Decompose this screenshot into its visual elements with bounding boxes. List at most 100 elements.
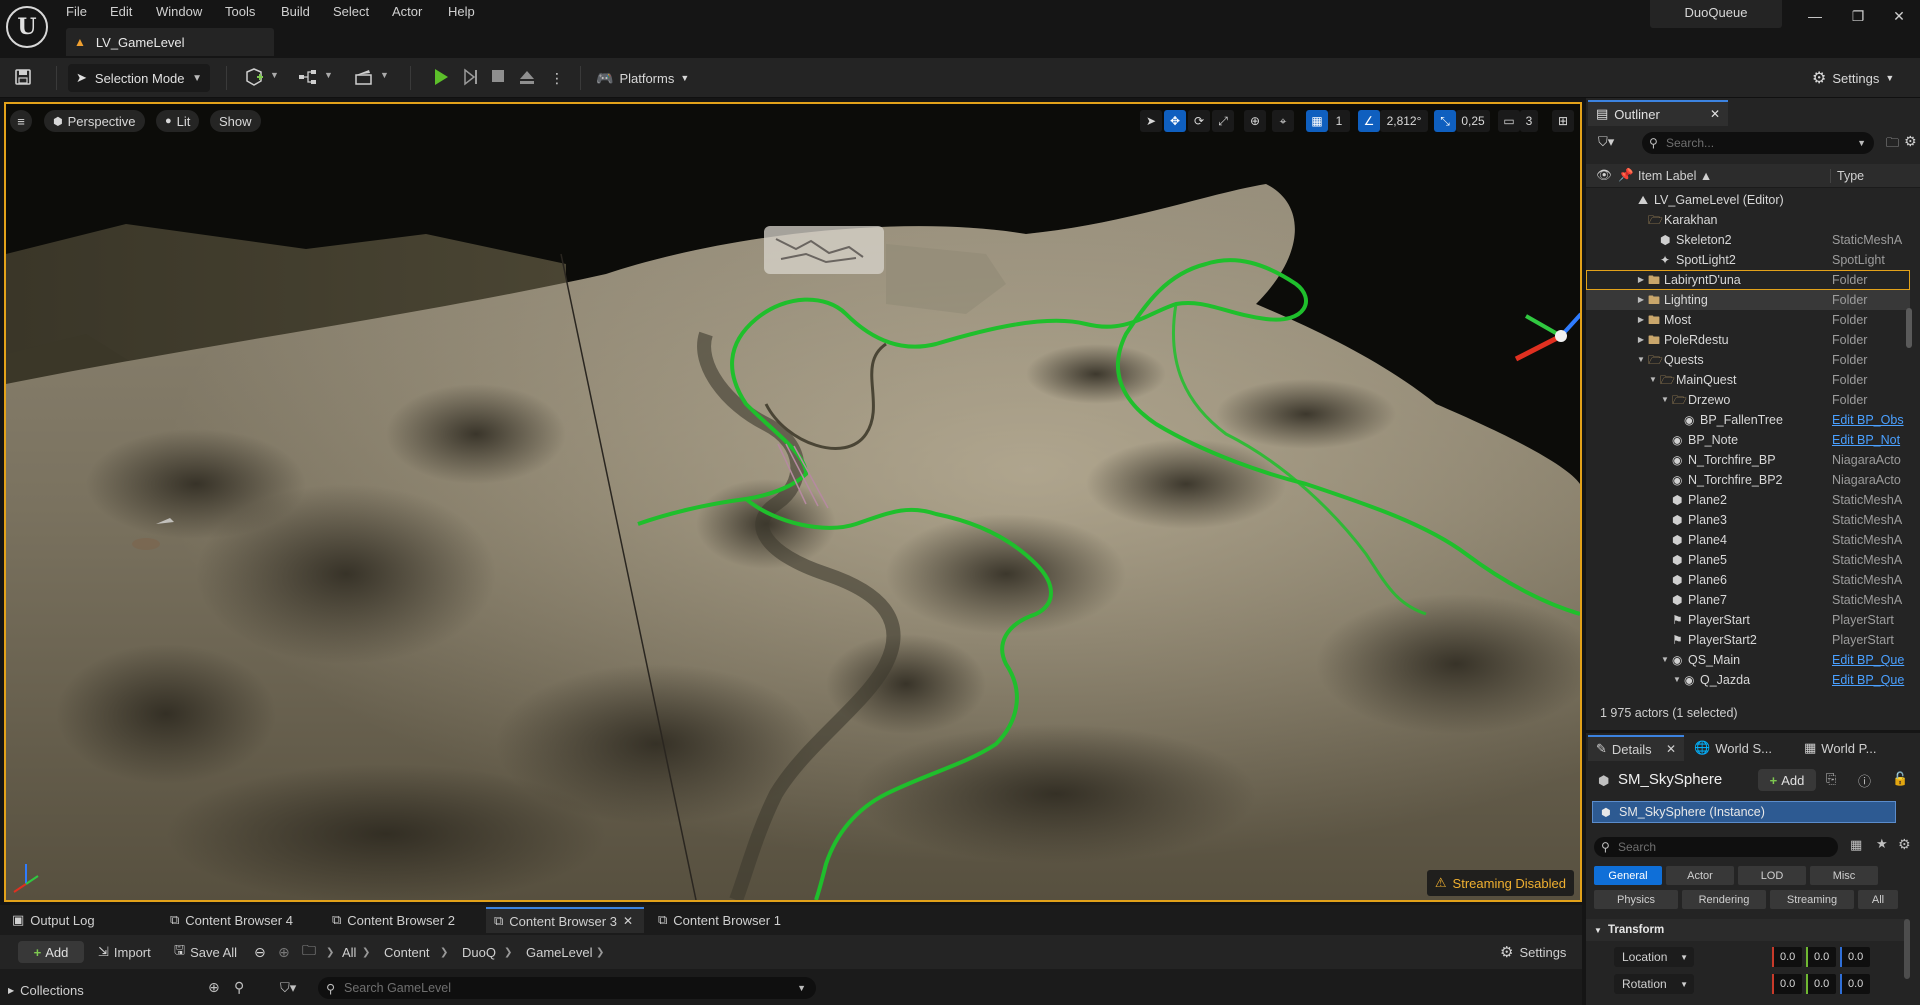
scale-snap-icon[interactable]: ⤡ bbox=[1434, 110, 1456, 132]
scale-snap-value[interactable]: 0,25 bbox=[1456, 110, 1490, 132]
collections-header[interactable]: ▶ Collections bbox=[8, 979, 208, 1001]
scale-tool-icon[interactable]: ⤢ bbox=[1212, 110, 1234, 132]
collapse-arrow-icon[interactable]: ▼ bbox=[1660, 650, 1670, 670]
grid-snap-icon[interactable]: ▦ bbox=[1306, 110, 1328, 132]
outliner-scrollbar[interactable] bbox=[1906, 308, 1912, 348]
expand-arrow-icon[interactable]: ▶ bbox=[1636, 310, 1646, 330]
save-icon[interactable] bbox=[14, 68, 36, 88]
close-icon[interactable]: ✕ bbox=[623, 914, 633, 928]
menu-edit[interactable]: Edit bbox=[110, 2, 132, 22]
collapse-arrow-icon[interactable]: ▼ bbox=[1648, 370, 1658, 390]
blueprint-convert-icon[interactable]: ⎘ bbox=[1826, 771, 1836, 787]
level-viewport[interactable]: ≡ ⬢ Perspective ● Lit Show ➤ ✥ ⟳ ⤢ ⊕ ⌖ ▦… bbox=[4, 102, 1582, 902]
outliner-row[interactable]: ▶ 🖿 Most Folder bbox=[1586, 310, 1910, 330]
forward-icon[interactable]: ⊕ bbox=[278, 941, 290, 963]
edit-blueprint-link[interactable]: Edit BP_Obs bbox=[1832, 410, 1910, 430]
close-icon[interactable]: ✕ bbox=[1666, 742, 1676, 756]
table-view-icon[interactable]: ▦ bbox=[1850, 837, 1862, 853]
outliner-row[interactable]: ▶ 🖿 Lighting Folder bbox=[1586, 290, 1910, 310]
location-x-field[interactable]: 0.0 bbox=[1772, 947, 1802, 967]
translate-tool-icon[interactable]: ✥ bbox=[1164, 110, 1186, 132]
add-collection-icon[interactable]: ⊕ bbox=[208, 979, 220, 996]
rotation-z-field[interactable]: 0.0 bbox=[1840, 974, 1870, 994]
add-actor-icon[interactable] bbox=[244, 68, 266, 88]
tab-content-browser-1[interactable]: ⧉ Content Browser 1 bbox=[650, 907, 800, 933]
outliner-row[interactable]: ▶ 🖿 PoleRdestu Folder bbox=[1586, 330, 1910, 350]
rotation-dropdown[interactable]: Rotation ▼ bbox=[1614, 974, 1694, 994]
tab-details[interactable]: ✎ Details ✕ bbox=[1588, 735, 1684, 761]
outliner-row[interactable]: ◉ BP_FallenTree Edit BP_Obs bbox=[1586, 410, 1910, 430]
category-rendering[interactable]: Rendering bbox=[1682, 890, 1766, 909]
location-z-field[interactable]: 0.0 bbox=[1840, 947, 1870, 967]
favorites-star-icon[interactable]: ★ bbox=[1876, 836, 1888, 852]
tab-content-browser-3[interactable]: ⧉ Content Browser 3 ✕ bbox=[486, 907, 644, 933]
outliner-search-input[interactable]: ⚲ Search... ▼ bbox=[1642, 132, 1874, 154]
lit-button[interactable]: ● Lit bbox=[156, 110, 200, 132]
pin-icon[interactable]: 📌 bbox=[1618, 168, 1634, 183]
save-all-button[interactable]: 🖫 Save All bbox=[174, 941, 237, 963]
breadcrumb-duoq[interactable]: DuoQ bbox=[462, 941, 496, 963]
outliner-row[interactable]: ▼ 🗁 MainQuest Folder bbox=[1586, 370, 1910, 390]
help-icon[interactable]: ⓘ bbox=[1858, 771, 1871, 790]
outliner-row[interactable]: ✦ SpotLight2 SpotLight bbox=[1586, 250, 1910, 270]
cb-settings-button[interactable]: ⚙ Settings bbox=[1500, 941, 1566, 963]
cinematics-chevron-icon[interactable]: ▼ bbox=[380, 70, 389, 80]
select-tool-icon[interactable]: ➤ bbox=[1140, 110, 1162, 132]
play-options-icon[interactable]: ⋮ bbox=[546, 68, 568, 88]
location-dropdown[interactable]: Location ▼ bbox=[1614, 947, 1694, 967]
outliner-row[interactable]: ⬢ Skeleton2 StaticMeshA bbox=[1586, 230, 1910, 250]
menu-file[interactable]: File bbox=[66, 2, 87, 22]
expand-arrow-icon[interactable]: ▶ bbox=[1636, 330, 1646, 350]
maximize-viewport-icon[interactable]: ⊞ bbox=[1552, 110, 1574, 132]
blueprint-icon[interactable] bbox=[298, 68, 320, 88]
outliner-row[interactable]: ◉ N_Torchfire_BP2 NiagaraActo bbox=[1586, 470, 1910, 490]
transform-section-header[interactable]: ▼ Transform bbox=[1586, 919, 1906, 941]
outliner-row[interactable]: ▼ ◉ Q_Jazda Edit BP_Que bbox=[1586, 670, 1910, 690]
tab-world-settings[interactable]: 🌐 World S... bbox=[1686, 735, 1786, 761]
category-general[interactable]: General bbox=[1594, 866, 1662, 885]
outliner-row[interactable]: ⚑ PlayerStart2 PlayerStart bbox=[1586, 630, 1910, 650]
camera-speed-icon[interactable]: ▭ bbox=[1498, 110, 1520, 132]
column-type[interactable]: Type bbox=[1830, 169, 1864, 183]
viewport-menu-button[interactable]: ≡ bbox=[10, 110, 32, 132]
menu-actor[interactable]: Actor bbox=[392, 2, 422, 22]
tab-outliner[interactable]: ▤ Outliner ✕ bbox=[1588, 100, 1728, 126]
back-icon[interactable]: ⊖ bbox=[254, 941, 266, 963]
outliner-row[interactable]: ⬢ Plane7 StaticMeshA bbox=[1586, 590, 1910, 610]
category-physics[interactable]: Physics bbox=[1594, 890, 1678, 909]
cinematics-icon[interactable] bbox=[354, 68, 376, 88]
edit-blueprint-link[interactable]: Edit BP_Que bbox=[1832, 650, 1910, 670]
gear-icon[interactable]: ⚙ bbox=[1904, 133, 1917, 150]
stop-icon[interactable] bbox=[490, 68, 512, 88]
add-actor-chevron-icon[interactable]: ▼ bbox=[270, 70, 279, 80]
column-item-label[interactable]: Item Label ▲ bbox=[1638, 169, 1712, 183]
location-y-field[interactable]: 0.0 bbox=[1806, 947, 1836, 967]
outliner-row[interactable]: ⚑ PlayerStart PlayerStart bbox=[1586, 610, 1910, 630]
add-component-button[interactable]: + Add bbox=[1758, 769, 1816, 791]
outliner-row[interactable]: ⛰ LV_GameLevel (Editor) bbox=[1586, 190, 1910, 210]
expand-arrow-icon[interactable]: ▶ bbox=[1636, 270, 1646, 290]
outliner-row[interactable]: 🗁 Karakhan bbox=[1586, 210, 1910, 230]
show-button[interactable]: Show bbox=[210, 110, 261, 132]
play-icon[interactable] bbox=[432, 68, 454, 88]
settings-dropdown[interactable]: ⚙ Settings ▼ bbox=[1812, 66, 1894, 90]
menu-build[interactable]: Build bbox=[281, 2, 310, 22]
menu-select[interactable]: Select bbox=[333, 2, 369, 22]
search-collections-icon[interactable]: ⚲ bbox=[234, 979, 244, 996]
collapse-arrow-icon[interactable]: ▼ bbox=[1672, 670, 1682, 690]
filter-icon[interactable]: ⛉▾ bbox=[280, 980, 296, 996]
new-folder-icon[interactable]: 🗀 bbox=[1886, 134, 1899, 156]
eject-icon[interactable] bbox=[518, 68, 540, 88]
close-window-icon[interactable]: ✕ bbox=[1884, 4, 1914, 28]
outliner-row[interactable]: ▼ ◉ QS_Main Edit BP_Que bbox=[1586, 650, 1910, 670]
unreal-logo-icon[interactable]: U bbox=[6, 6, 48, 48]
outliner-row[interactable]: ◉ N_Torchfire_BP NiagaraActo bbox=[1586, 450, 1910, 470]
menu-tools[interactable]: Tools bbox=[225, 2, 255, 22]
gear-icon[interactable]: ⚙ bbox=[1898, 836, 1911, 853]
content-search-input[interactable]: ⚲ Search GameLevel ▼ bbox=[318, 977, 816, 999]
category-streaming[interactable]: Streaming bbox=[1770, 890, 1854, 909]
outliner-row[interactable]: ▶ 🖿 LabiryntD'una Folder bbox=[1586, 270, 1910, 290]
rotation-snap-icon[interactable]: ∠ bbox=[1358, 110, 1380, 132]
menu-help[interactable]: Help bbox=[448, 2, 475, 22]
outliner-row[interactable]: ▼ 🗁 Quests Folder bbox=[1586, 350, 1910, 370]
